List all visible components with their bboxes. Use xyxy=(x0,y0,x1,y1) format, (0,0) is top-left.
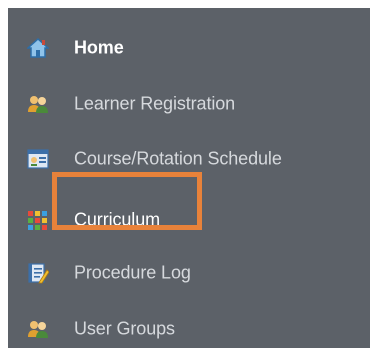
log-icon xyxy=(28,263,49,284)
users-icon xyxy=(28,96,48,113)
sidebar-item-learner-registration[interactable]: Learner Registration xyxy=(8,84,370,124)
schedule-icon xyxy=(27,149,49,169)
sidebar-item-label: Procedure Log xyxy=(74,262,191,283)
sidebar-item-label: Home xyxy=(74,37,124,58)
sidebar-item-curriculum[interactable]: Curriculum xyxy=(8,200,370,240)
screenshot-frame: Home Learner Registration Course/Rotatio… xyxy=(0,0,376,354)
home-icon xyxy=(27,37,49,58)
sidebar-nav: Home Learner Registration Course/Rotatio… xyxy=(8,8,370,348)
grid-icon xyxy=(28,211,47,230)
sidebar-item-procedure-log[interactable]: Procedure Log xyxy=(8,253,370,293)
users-icon xyxy=(28,321,48,338)
sidebar-item-label: Curriculum xyxy=(74,209,161,230)
sidebar-item-home[interactable]: Home xyxy=(8,28,370,68)
sidebar-item-label: User Groups xyxy=(74,318,175,339)
sidebar-item-course-rotation-schedule[interactable]: Course/Rotation Schedule xyxy=(8,139,370,179)
sidebar-item-user-groups[interactable]: User Groups xyxy=(8,309,370,349)
sidebar-item-label: Learner Registration xyxy=(74,93,236,114)
sidebar-item-label: Course/Rotation Schedule xyxy=(74,148,282,169)
